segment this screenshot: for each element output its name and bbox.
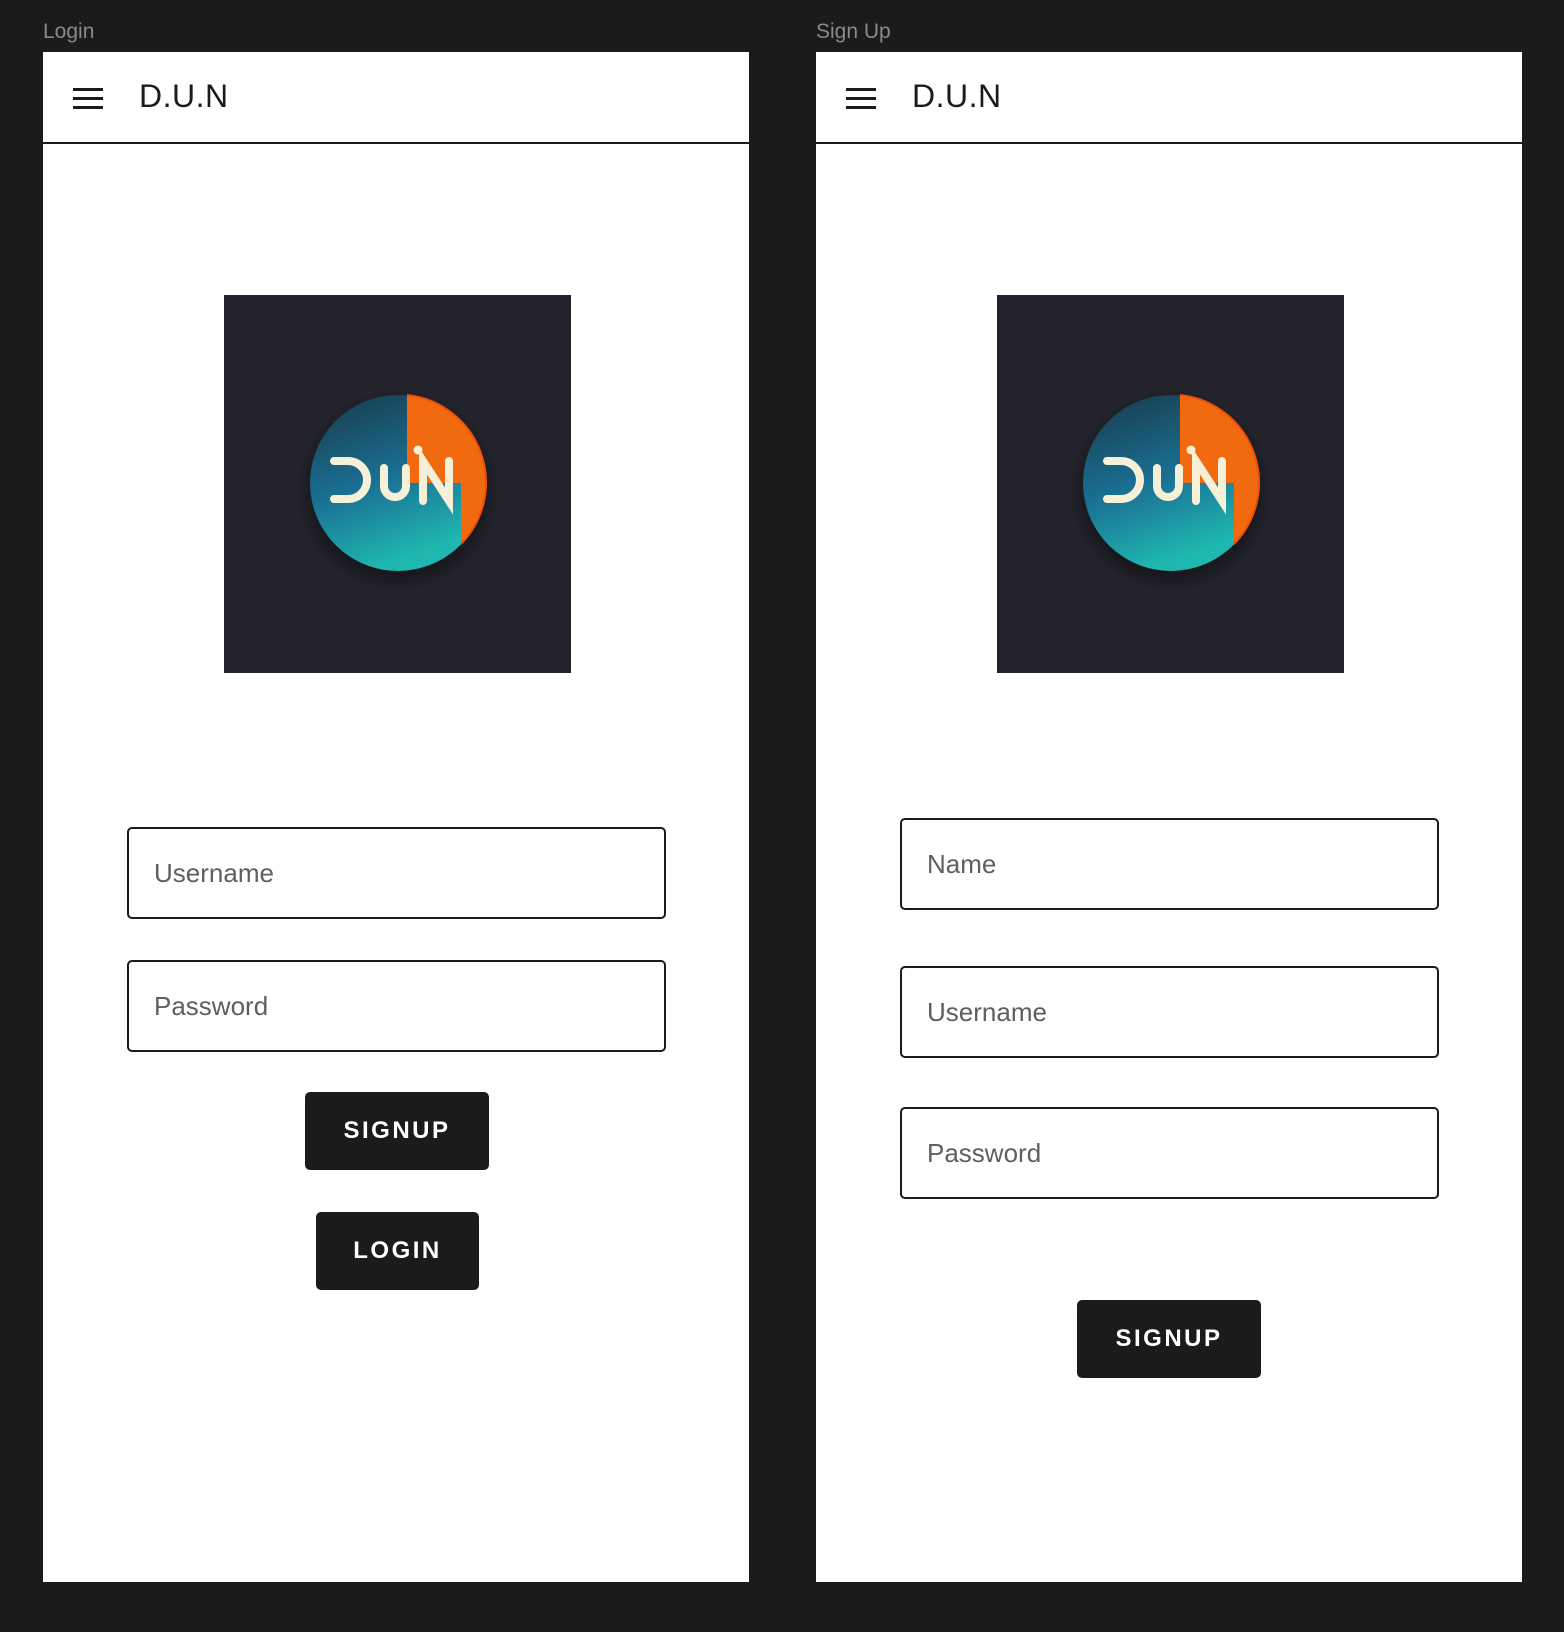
signup-frame-label: Sign Up: [816, 20, 891, 43]
dun-logo-mark: [1069, 385, 1273, 589]
login-frame-label: Login: [43, 20, 95, 43]
name-field[interactable]: [900, 818, 1439, 910]
login-button[interactable]: LOGIN: [316, 1212, 479, 1290]
app-title: D.U.N: [912, 78, 1002, 114]
app-bar: D.U.N: [43, 52, 749, 144]
dun-logo: [997, 295, 1344, 673]
login-screen: D.U.N Username SIGNUP LOGIN: [43, 52, 749, 1582]
dun-logo-mark: [296, 385, 500, 589]
password-input[interactable]: [902, 1109, 1437, 1197]
signup-button[interactable]: SIGNUP: [305, 1092, 489, 1170]
password-field[interactable]: [900, 1107, 1439, 1199]
signup-screen: D.U.N Name Username SIGNUP: [816, 52, 1522, 1582]
username-field[interactable]: [127, 827, 666, 919]
username-input[interactable]: [129, 829, 664, 917]
hamburger-menu-icon[interactable]: [846, 88, 876, 109]
username-field[interactable]: [900, 966, 1439, 1058]
dun-logo: [224, 295, 571, 673]
username-input[interactable]: [902, 968, 1437, 1056]
app-title: D.U.N: [139, 78, 229, 114]
hamburger-menu-icon[interactable]: [73, 88, 103, 109]
name-input[interactable]: [902, 820, 1437, 908]
app-bar: D.U.N: [816, 52, 1522, 144]
password-input[interactable]: [129, 962, 664, 1050]
signup-button[interactable]: SIGNUP: [1077, 1300, 1261, 1378]
password-field[interactable]: [127, 960, 666, 1052]
